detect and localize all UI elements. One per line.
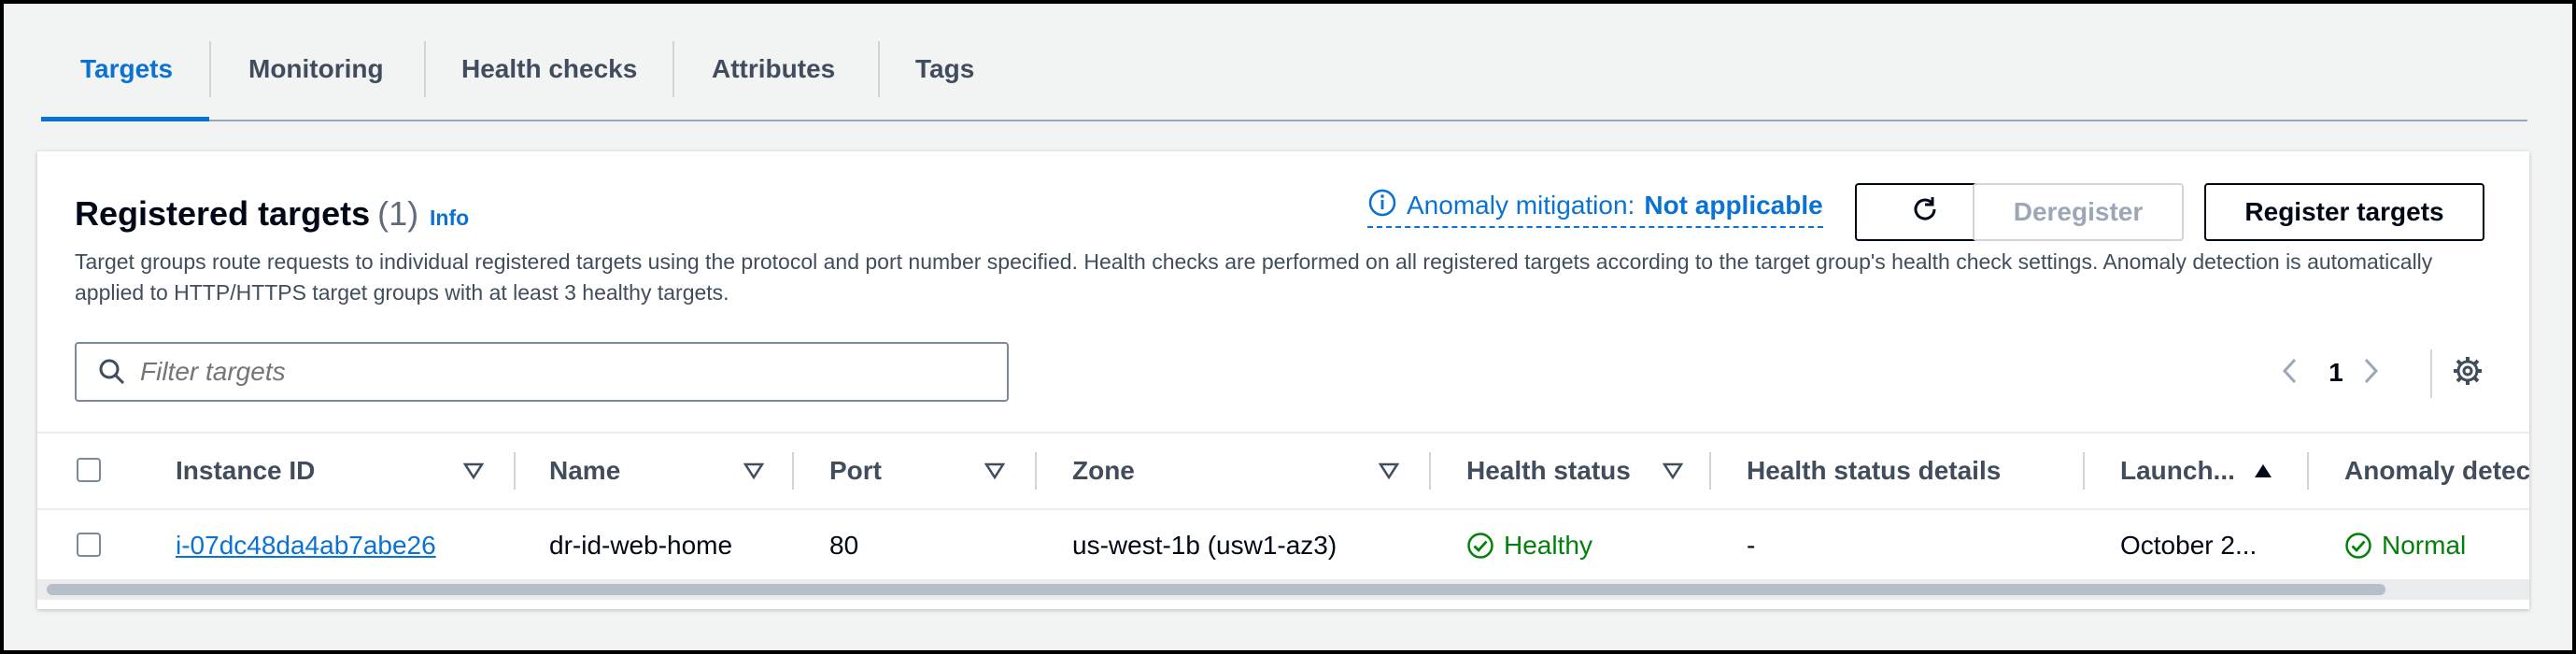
- table-header: Instance ID Name Port Zone Health status…: [37, 432, 2529, 510]
- refresh-icon: [1908, 192, 1942, 233]
- column-health-status[interactable]: Health status: [1466, 434, 1672, 508]
- previous-page-button[interactable]: [2279, 348, 2313, 398]
- scrollbar-thumb[interactable]: [47, 584, 2385, 595]
- column-launch[interactable]: Launch...: [2120, 434, 2247, 508]
- column-separator: [1035, 452, 1037, 490]
- tab-separator: [672, 41, 674, 97]
- column-separator: [2083, 452, 2085, 490]
- info-link[interactable]: Info: [430, 206, 469, 231]
- tab-health-checks[interactable]: Health checks: [461, 32, 637, 107]
- health-status-text: Healthy: [1504, 531, 1592, 560]
- tab-separator: [878, 41, 880, 97]
- instance-id-cell: i-07dc48da4ab7abe26: [176, 508, 502, 583]
- chevron-right-icon: [2359, 356, 2382, 391]
- launch-cell: October 2...: [2120, 531, 2258, 560]
- horizontal-scrollbar[interactable]: [37, 579, 2529, 600]
- anomaly-mitigation-link[interactable]: Anomaly mitigation: Not applicable: [1367, 185, 1823, 228]
- panel-title-text: Registered targets: [75, 194, 371, 233]
- anomaly-detection-cell: Normal: [2344, 508, 2529, 583]
- column-separator: [1709, 452, 1711, 490]
- name-cell: dr-id-web-home: [549, 531, 733, 560]
- tab-monitoring[interactable]: Monitoring: [248, 32, 384, 107]
- tab-attributes[interactable]: Attributes: [712, 32, 835, 107]
- sort-caret-down-icon[interactable]: [743, 462, 764, 480]
- tab-separator: [424, 41, 426, 97]
- column-separator: [1429, 452, 1431, 490]
- column-anomaly-detection[interactable]: Anomaly detec: [2344, 434, 2529, 508]
- registered-targets-panel: Registered targets (1) Info Anomaly mitig…: [37, 151, 2529, 609]
- column-separator: [514, 452, 516, 490]
- info-circle-icon: [1367, 188, 1397, 224]
- zone-cell: us-west-1b (usw1-az3): [1072, 531, 1338, 560]
- filter-targets-input[interactable]: [138, 356, 964, 388]
- sort-caret-down-icon[interactable]: [1663, 462, 1683, 480]
- search-icon: [93, 353, 131, 391]
- column-zone[interactable]: Zone: [1072, 434, 1352, 508]
- check-circle-icon: [2344, 532, 2372, 560]
- column-name[interactable]: Name: [549, 434, 736, 508]
- anomaly-mitigation-value: Not applicable: [1644, 191, 1823, 220]
- target-group-detail-frame: Targets Monitoring Health checks Attribu…: [4, 4, 2572, 650]
- target-count: (1): [377, 194, 419, 233]
- current-page-number[interactable]: 1: [2322, 348, 2350, 398]
- health-status-cell: Healthy: [1466, 508, 1700, 583]
- preferences-button[interactable]: [2451, 348, 2496, 398]
- chevron-left-icon: [2279, 356, 2301, 391]
- panel-description: Target groups route requests to individu…: [75, 249, 2433, 305]
- column-separator: [2307, 452, 2309, 490]
- check-circle-icon: [1466, 532, 1494, 560]
- column-port[interactable]: Port: [829, 434, 970, 508]
- active-tab-indicator: [41, 117, 209, 121]
- sort-caret-up-icon[interactable]: [2253, 462, 2273, 480]
- pager-separator: [2430, 349, 2432, 398]
- tab-bar: Targets Monitoring Health checks Attribu…: [41, 4, 2527, 121]
- tab-separator: [209, 41, 211, 97]
- anomaly-detection-text: Normal: [2382, 531, 2467, 560]
- instance-id-link[interactable]: i-07dc48da4ab7abe26: [176, 531, 436, 560]
- select-all-checkbox[interactable]: [77, 458, 101, 482]
- row-select-checkbox[interactable]: [77, 533, 101, 557]
- register-targets-button[interactable]: Register targets: [2204, 183, 2484, 241]
- tab-targets[interactable]: Targets: [80, 32, 173, 107]
- tab-tags[interactable]: Tags: [915, 32, 974, 107]
- next-page-button[interactable]: [2359, 348, 2393, 398]
- deregister-button[interactable]: Deregister: [1973, 183, 2184, 241]
- column-separator: [792, 452, 794, 490]
- sort-caret-down-icon[interactable]: [463, 462, 484, 480]
- gear-icon: [2451, 354, 2484, 392]
- port-cell: 80: [829, 531, 859, 560]
- filter-targets-field[interactable]: [75, 342, 1009, 402]
- sort-caret-down-icon[interactable]: [984, 462, 1005, 480]
- column-health-status-details[interactable]: Health status details: [1747, 434, 2083, 508]
- health-status-details-cell: -: [1747, 531, 1756, 560]
- column-instance-id[interactable]: Instance ID: [176, 434, 400, 508]
- anomaly-mitigation-label: Anomaly mitigation:: [1407, 191, 1635, 220]
- table-row: i-07dc48da4ab7abe26 dr-id-web-home 80 us…: [37, 508, 2529, 583]
- sort-caret-down-icon[interactable]: [1379, 462, 1399, 480]
- panel-title: Registered targets (1): [75, 194, 418, 234]
